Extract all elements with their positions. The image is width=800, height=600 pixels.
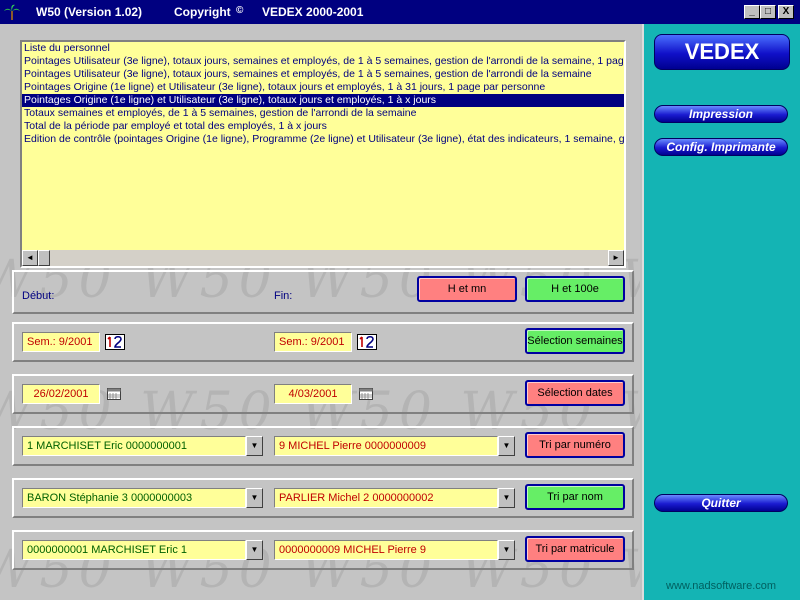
start-week-field[interactable]: Sem.: 9/2001 (22, 332, 100, 352)
start-label: Début: (22, 290, 55, 302)
quit-button[interactable]: Quitter (654, 494, 788, 512)
scroll-left-icon[interactable]: ◄ (22, 250, 38, 266)
matricule-range-panel: 0000000001 MARCHISET Eric 1 ▼ 0000000009… (12, 530, 634, 570)
window-title-copyright: Copyright (174, 5, 231, 19)
chevron-down-icon[interactable]: ▼ (246, 488, 263, 508)
list-item[interactable]: Pointages Utilisateur (3e ligne), totaux… (22, 55, 624, 68)
week-number-icon[interactable] (105, 334, 125, 350)
end-employee-by-number-combo[interactable]: 9 MICHEL Pierre 0000000009 (274, 436, 498, 456)
start-employee-by-matricule-combo[interactable]: 0000000001 MARCHISET Eric 1 (22, 540, 246, 560)
number-range-panel: 1 MARCHISET Eric 0000000001 ▼ 9 MICHEL P… (12, 426, 634, 466)
start-employee-by-number-combo[interactable]: 1 MARCHISET Eric 0000000001 (22, 436, 246, 456)
close-button[interactable]: X (778, 5, 794, 19)
main-pane: W50 W50 W50 W50 W50 W50 W50 W50 W50 W50 … (0, 24, 640, 600)
select-dates-button[interactable]: Sélection dates (525, 380, 625, 406)
chevron-down-icon[interactable]: ▼ (498, 488, 515, 508)
end-date-field[interactable]: 4/03/2001 (274, 384, 352, 404)
hours-minutes-button[interactable]: H et mn (417, 276, 517, 302)
footer-url: www.nadsoftware.com (666, 580, 777, 592)
brand-logo: VEDEX (654, 34, 790, 70)
list-item[interactable]: Edition de contrôle (pointages Origine (… (22, 133, 624, 146)
list-item[interactable]: Pointages Origine (1e ligne) et Utilisat… (22, 94, 624, 107)
chevron-down-icon[interactable]: ▼ (498, 436, 515, 456)
start-employee-by-name-combo[interactable]: BARON Stéphanie 3 0000000003 (22, 488, 246, 508)
report-list[interactable]: Liste du personnel Pointages Utilisateur … (20, 40, 626, 268)
scroll-right-icon[interactable]: ► (608, 250, 624, 266)
hours-hundredths-button[interactable]: H et 100e (525, 276, 625, 302)
horizontal-scrollbar[interactable]: ◄ ► (22, 250, 624, 266)
sort-by-number-button[interactable]: Tri par numéro (525, 432, 625, 458)
end-label: Fin: (274, 290, 293, 302)
printer-config-button[interactable]: Config. Imprimante (654, 138, 788, 156)
copyright-icon: © (236, 5, 244, 16)
title-bar: W50 (Version 1.02) Copyright © VEDEX 200… (0, 0, 800, 24)
sort-by-matricule-button[interactable]: Tri par matricule (525, 536, 625, 562)
list-item[interactable]: Pointages Origine (1e ligne) et Utilisat… (22, 81, 624, 94)
scroll-thumb[interactable] (38, 250, 50, 266)
calendar-icon[interactable] (359, 388, 373, 400)
sidebar: VEDEX Impression Config. Imprimante Quit… (642, 24, 800, 600)
calendar-icon[interactable] (107, 388, 121, 400)
list-item[interactable]: Pointages Utilisateur (3e ligne), totaux… (22, 68, 624, 81)
list-item[interactable]: Liste du personnel (22, 42, 624, 55)
weeks-panel: Sem.: 9/2001 Sem.: 9/2001 Sélection sema… (12, 322, 634, 362)
minimize-button[interactable]: _ (744, 5, 760, 19)
window-title-app: W50 (Version 1.02) (36, 5, 143, 19)
chevron-down-icon[interactable]: ▼ (498, 540, 515, 560)
dates-panel: 26/02/2001 4/03/2001 Sélection dates (12, 374, 634, 414)
select-weeks-button[interactable]: Sélection semaines (525, 328, 625, 354)
period-panel: Début: Fin: H et mn H et 100e (12, 270, 634, 314)
end-week-field[interactable]: Sem.: 9/2001 (274, 332, 352, 352)
chevron-down-icon[interactable]: ▼ (246, 540, 263, 560)
maximize-button[interactable]: □ (760, 5, 776, 19)
list-item[interactable]: Total de la période par employé et total… (22, 120, 624, 133)
print-button[interactable]: Impression (654, 105, 788, 123)
chevron-down-icon[interactable]: ▼ (246, 436, 263, 456)
palm-tree-icon (4, 4, 20, 20)
end-employee-by-matricule-combo[interactable]: 0000000009 MICHEL Pierre 9 (274, 540, 498, 560)
list-item[interactable]: Totaux semaines et employés, de 1 à 5 se… (22, 107, 624, 120)
end-employee-by-name-combo[interactable]: PARLIER Michel 2 0000000002 (274, 488, 498, 508)
window-title-company: VEDEX 2000-2001 (262, 5, 364, 19)
name-range-panel: BARON Stéphanie 3 0000000003 ▼ PARLIER M… (12, 478, 634, 518)
start-date-field[interactable]: 26/02/2001 (22, 384, 100, 404)
week-number-icon[interactable] (357, 334, 377, 350)
sort-by-name-button[interactable]: Tri par nom (525, 484, 625, 510)
